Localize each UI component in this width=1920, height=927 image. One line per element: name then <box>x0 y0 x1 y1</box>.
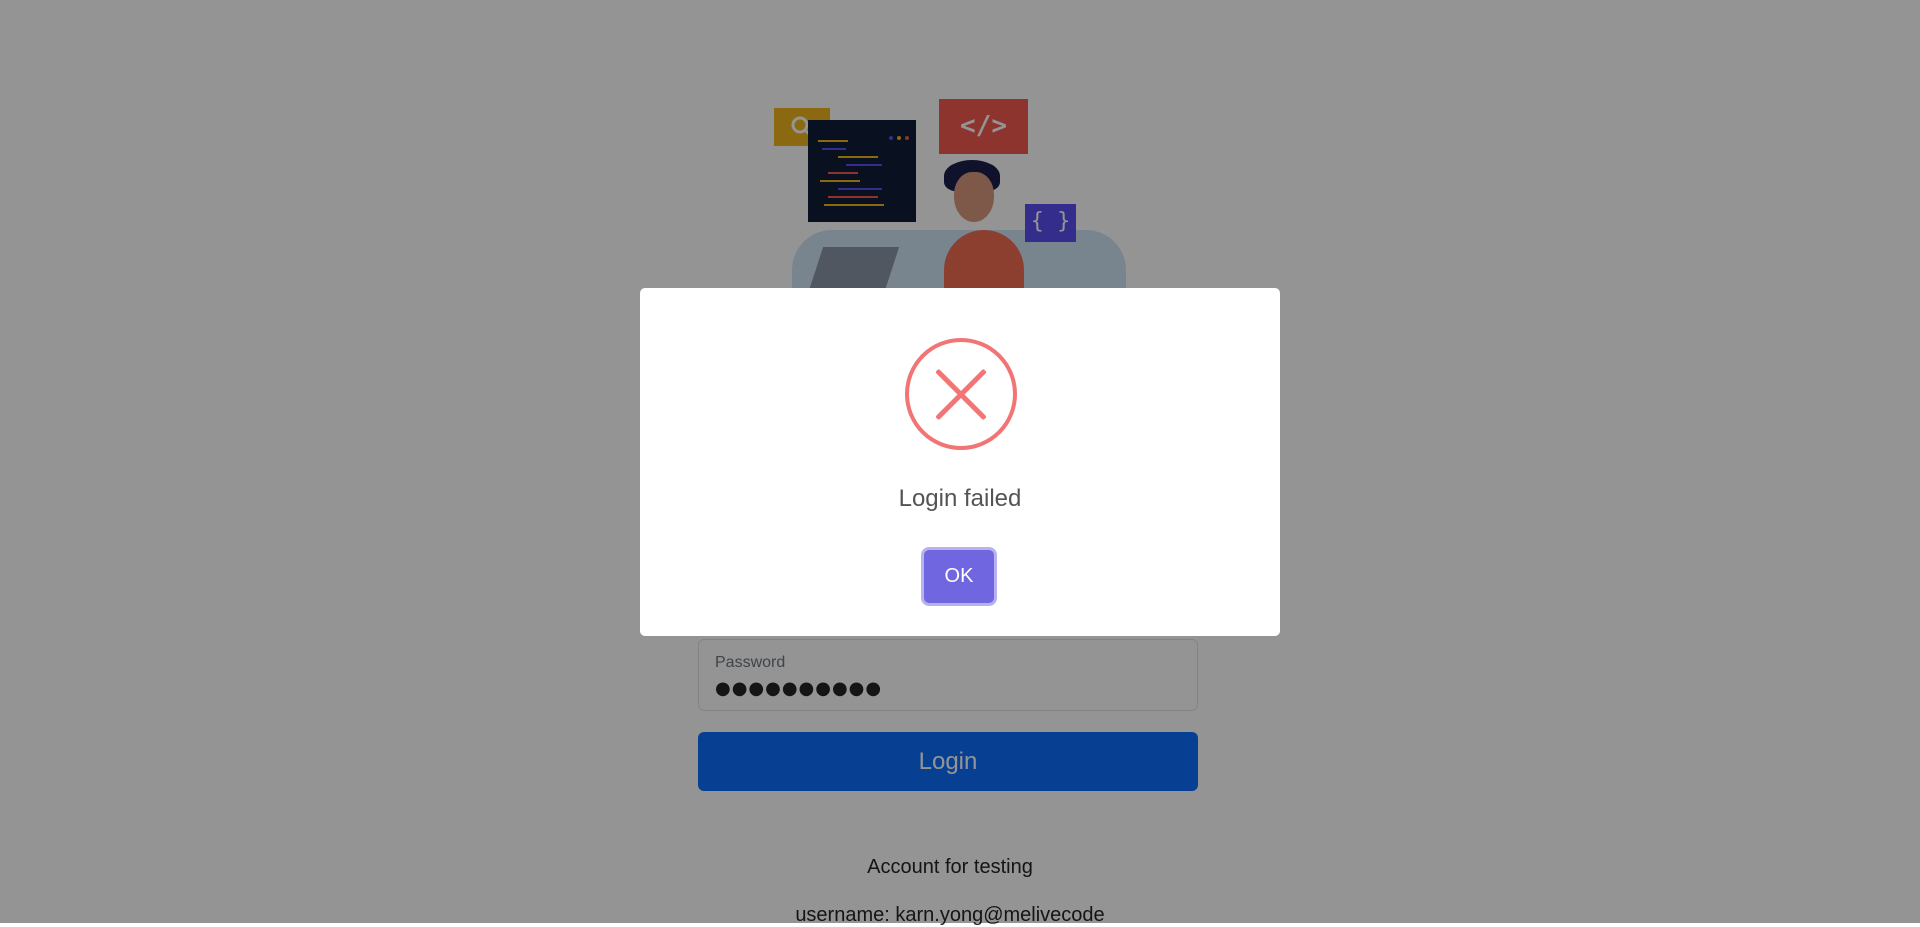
error-x-icon <box>905 338 1017 450</box>
dialog-title: Login failed <box>898 485 1022 512</box>
error-dialog: Login failed OK <box>640 288 1280 636</box>
ok-button[interactable]: OK <box>924 550 994 603</box>
